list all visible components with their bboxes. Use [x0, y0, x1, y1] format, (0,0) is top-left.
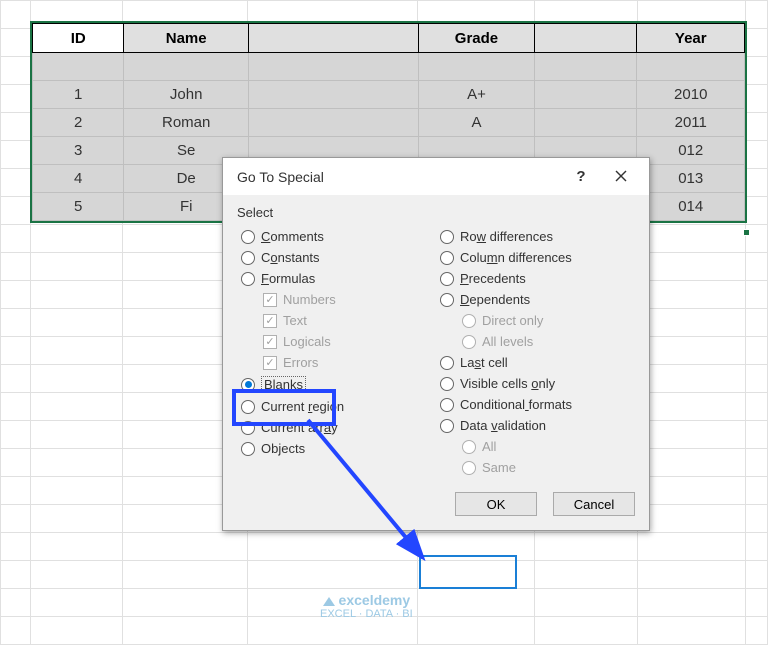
selection-handle[interactable]	[743, 229, 750, 236]
header-grade: Grade	[418, 24, 534, 53]
section-label: Select	[237, 205, 635, 220]
header-name: Name	[124, 24, 248, 53]
option-dependents[interactable]: Dependents	[436, 289, 635, 310]
go-to-special-dialog: Go To Special ? Select CommentsConstants…	[222, 157, 650, 531]
header-year: Year	[637, 24, 745, 53]
option-data-validation[interactable]: Data validation	[436, 415, 635, 436]
option-conditional-formats[interactable]: Conditional formats	[436, 394, 635, 415]
option-direct-only: Direct only	[436, 310, 635, 331]
dialog-titlebar[interactable]: Go To Special ?	[223, 158, 649, 195]
close-icon	[615, 170, 627, 182]
option-formulas[interactable]: Formulas	[237, 268, 436, 289]
option-objects[interactable]: Objects	[237, 438, 436, 459]
close-button[interactable]	[601, 169, 641, 185]
option-text: ✓Text	[237, 310, 436, 331]
header-empty1	[248, 24, 418, 53]
dialog-title: Go To Special	[237, 169, 561, 185]
option-errors: ✓Errors	[237, 352, 436, 373]
header-id: ID	[33, 24, 124, 53]
option-last-cell[interactable]: Last cell	[436, 352, 635, 373]
option-constants[interactable]: Constants	[237, 247, 436, 268]
option-column-differences[interactable]: Column differences	[436, 247, 635, 268]
table-row[interactable]: 2RomanA2011	[33, 109, 745, 137]
help-button[interactable]: ?	[561, 168, 601, 185]
option-blanks[interactable]: Blanks	[237, 373, 436, 396]
options-left: CommentsConstantsFormulas✓Numbers✓Text✓L…	[237, 226, 436, 478]
option-numbers: ✓Numbers	[237, 289, 436, 310]
option-current-array[interactable]: Current array	[237, 417, 436, 438]
option-precedents[interactable]: Precedents	[436, 268, 635, 289]
cancel-button[interactable]: Cancel	[553, 492, 635, 516]
table-row[interactable]: 1JohnA+2010	[33, 81, 745, 109]
option-visible-cells-only[interactable]: Visible cells only	[436, 373, 635, 394]
header-empty2	[535, 24, 637, 53]
options-right: Row differencesColumn differencesPrecede…	[436, 226, 635, 478]
ok-button[interactable]: OK	[455, 492, 537, 516]
option-all-levels: All levels	[436, 331, 635, 352]
option-comments[interactable]: Comments	[237, 226, 436, 247]
option-all: All	[436, 436, 635, 457]
option-current-region[interactable]: Current region	[237, 396, 436, 417]
option-logicals: ✓Logicals	[237, 331, 436, 352]
option-same: Same	[436, 457, 635, 478]
option-row-differences[interactable]: Row differences	[436, 226, 635, 247]
